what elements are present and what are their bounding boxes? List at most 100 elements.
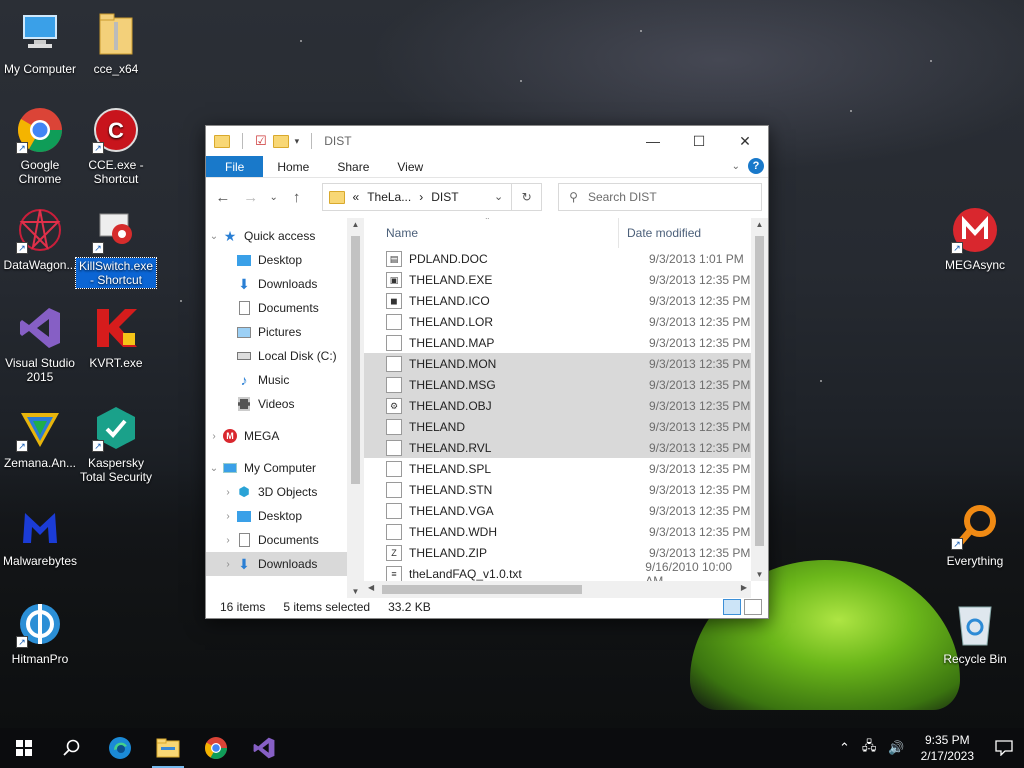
nav-item-local-disk[interactable]: Local Disk (C:) bbox=[206, 344, 364, 368]
file-row[interactable]: THELAND.MSG 9/3/2013 12:35 PM bbox=[364, 374, 751, 395]
nav-item-music[interactable]: ♪ Music bbox=[206, 368, 364, 392]
action-center-button[interactable] bbox=[984, 740, 1024, 756]
file-row[interactable]: THELAND.RVL 9/3/2013 12:35 PM bbox=[364, 437, 751, 458]
desktop-icon-google-chrome[interactable]: ↗ Google Chrome bbox=[0, 106, 80, 186]
nav-item-pictures[interactable]: Pictures 📌 bbox=[206, 320, 364, 344]
desktop-icon-datawagon[interactable]: ↗ DataWagon... bbox=[0, 206, 80, 272]
navigation-pane[interactable]: ⌄ ★ Quick access Desktop 📌 ⬇ Downloads 📌… bbox=[206, 218, 364, 598]
scroll-down-arrow-icon[interactable]: ▼ bbox=[347, 587, 364, 596]
breadcrumb-dist[interactable]: DIST bbox=[431, 190, 458, 204]
taskbar-edge[interactable] bbox=[96, 728, 144, 768]
file-row[interactable]: THELAND.STN 9/3/2013 12:35 PM bbox=[364, 479, 751, 500]
file-list-vertical-scrollbar[interactable]: ▲ ▼ bbox=[751, 218, 768, 581]
recent-locations-chevron-icon[interactable]: ⌄ bbox=[268, 192, 280, 203]
large-icons-view-icon[interactable] bbox=[744, 599, 762, 615]
forward-arrow-icon[interactable]: → bbox=[240, 189, 262, 206]
collapsed-chevron-icon[interactable]: › bbox=[220, 487, 236, 498]
desktop-icon-malwarebytes[interactable]: Malwarebytes bbox=[0, 502, 80, 568]
column-header-name[interactable]: Name bbox=[364, 218, 619, 248]
nav-item-3d-objects[interactable]: › ⬢ 3D Objects bbox=[206, 480, 364, 504]
desktop-icon-my-computer[interactable]: My Computer bbox=[0, 10, 80, 76]
tab-file[interactable]: File bbox=[206, 156, 264, 177]
taskbar-visual-studio[interactable] bbox=[240, 728, 288, 768]
nav-item-quick-access[interactable]: ⌄ ★ Quick access bbox=[206, 224, 364, 248]
maximize-button[interactable]: ☐ bbox=[676, 126, 722, 156]
collapsed-chevron-icon[interactable]: › bbox=[220, 559, 236, 570]
desktop-icon-killswitch[interactable]: ↗ KillSwitch.exe - Shortcut bbox=[75, 206, 157, 289]
nav-item-documents[interactable]: Documents 📌 bbox=[206, 296, 364, 320]
scrollbar-thumb[interactable] bbox=[755, 236, 764, 546]
file-row[interactable]: THELAND.MON 9/3/2013 12:35 PM bbox=[364, 353, 751, 374]
file-row[interactable]: ▤ PDLAND.DOC 9/3/2013 1:01 PM bbox=[364, 248, 751, 269]
nav-item-downloads[interactable]: ⬇ Downloads 📌 bbox=[206, 272, 364, 296]
collapsed-chevron-icon[interactable]: › bbox=[206, 431, 222, 442]
file-row[interactable]: THELAND.VGA 9/3/2013 12:35 PM bbox=[364, 500, 751, 521]
desktop-icon-visual-studio[interactable]: Visual Studio 2015 bbox=[0, 304, 80, 384]
scroll-right-arrow-icon[interactable]: ▶ bbox=[741, 583, 747, 592]
customize-toolbar-chevron-icon[interactable]: ▾ bbox=[295, 136, 300, 147]
file-row[interactable]: THELAND.SPL 9/3/2013 12:35 PM bbox=[364, 458, 751, 479]
desktop-icon-kaspersky[interactable]: ↗ Kaspersky Total Security bbox=[76, 404, 156, 484]
desktop-icon-kvrt[interactable]: KVRT.exe bbox=[76, 304, 156, 370]
clock[interactable]: 9:35 PM 2/17/2023 bbox=[921, 732, 974, 764]
breadcrumb-separator-icon[interactable]: › bbox=[419, 190, 423, 204]
nav-item-my-computer[interactable]: ⌄ My Computer bbox=[206, 456, 364, 480]
taskbar-chrome[interactable] bbox=[192, 728, 240, 768]
desktop-icon-recycle-bin[interactable]: Recycle Bin bbox=[935, 600, 1015, 666]
scroll-left-arrow-icon[interactable]: ◀ bbox=[368, 583, 374, 592]
properties-icon[interactable]: ☑ bbox=[255, 133, 267, 149]
expanded-chevron-icon[interactable]: ⌄ bbox=[206, 463, 222, 474]
back-arrow-icon[interactable]: ← bbox=[212, 189, 234, 206]
file-row[interactable]: THELAND.WDH 9/3/2013 12:35 PM bbox=[364, 521, 751, 542]
volume-icon[interactable]: 🔊 bbox=[888, 740, 904, 756]
desktop-icon-hitmanpro[interactable]: ↗ HitmanPro bbox=[0, 600, 80, 666]
desktop-icon-cce-x64[interactable]: cce_x64 bbox=[76, 10, 156, 76]
up-arrow-icon[interactable]: ↑ bbox=[286, 189, 308, 206]
tab-share[interactable]: Share bbox=[323, 156, 383, 177]
file-row[interactable]: THELAND 9/3/2013 12:35 PM bbox=[364, 416, 751, 437]
file-row[interactable]: THELAND.LOR 9/3/2013 12:35 PM bbox=[364, 311, 751, 332]
file-row[interactable]: ⚙ THELAND.OBJ 9/3/2013 12:35 PM bbox=[364, 395, 751, 416]
breadcrumb-theland[interactable]: TheLa... bbox=[367, 190, 411, 204]
desktop-icon-cce-shortcut[interactable]: C ↗ CCE.exe - Shortcut bbox=[76, 106, 156, 186]
details-view-icon[interactable] bbox=[723, 599, 741, 615]
show-hidden-icons-chevron-icon[interactable]: ⌃ bbox=[839, 740, 850, 756]
network-icon[interactable]: 🖧 bbox=[862, 737, 877, 759]
help-icon[interactable]: ? bbox=[748, 158, 764, 174]
refresh-icon[interactable]: ↻ bbox=[511, 184, 541, 210]
expand-ribbon-chevron-icon[interactable]: ⌄ bbox=[732, 161, 740, 172]
title-bar[interactable]: ☑ ▾ DIST — ☐ ✕ bbox=[206, 126, 768, 156]
file-row[interactable]: ◼ THELAND.ICO 9/3/2013 12:35 PM bbox=[364, 290, 751, 311]
desktop-icon-zemana[interactable]: ↗ Zemana.An... bbox=[0, 404, 80, 470]
nav-item-mega[interactable]: › M MEGA bbox=[206, 424, 364, 448]
nav-item-downloads-pc[interactable]: › ⬇ Downloads bbox=[206, 552, 364, 576]
scroll-up-arrow-icon[interactable]: ▲ bbox=[751, 220, 768, 229]
file-row[interactable]: ▣ THELAND.EXE 9/3/2013 12:35 PM bbox=[364, 269, 751, 290]
nav-item-documents-pc[interactable]: › Documents bbox=[206, 528, 364, 552]
nav-item-videos[interactable]: Videos bbox=[206, 392, 364, 416]
column-header-date-modified[interactable]: Date modified bbox=[619, 226, 701, 240]
search-button[interactable] bbox=[48, 728, 96, 768]
start-button[interactable] bbox=[0, 728, 48, 768]
collapsed-chevron-icon[interactable]: › bbox=[220, 511, 236, 522]
nav-pane-scrollbar[interactable]: ▲ ▼ bbox=[347, 218, 364, 598]
file-explorer-window[interactable]: ☑ ▾ DIST — ☐ ✕ File Home Share View ⌄ ? … bbox=[205, 125, 769, 619]
nav-item-desktop[interactable]: Desktop 📌 bbox=[206, 248, 364, 272]
desktop-icon-everything[interactable]: ↗ Everything bbox=[935, 502, 1015, 568]
new-folder-icon[interactable] bbox=[272, 134, 289, 148]
address-bar[interactable]: « TheLa... › DIST ⌄ ↻ bbox=[321, 183, 543, 211]
search-box[interactable]: ⚲ Search DIST bbox=[558, 183, 762, 211]
tab-home[interactable]: Home bbox=[263, 156, 323, 177]
file-list-pane[interactable]: ⌃ Name Date modified ▤ PDLAND.DOC 9/3/2013… bbox=[364, 218, 768, 598]
close-button[interactable]: ✕ bbox=[722, 126, 768, 156]
tab-view[interactable]: View bbox=[383, 156, 437, 177]
scroll-down-arrow-icon[interactable]: ▼ bbox=[751, 570, 768, 579]
collapsed-chevron-icon[interactable]: › bbox=[220, 535, 236, 546]
scroll-up-arrow-icon[interactable]: ▲ bbox=[347, 220, 364, 229]
minimize-button[interactable]: — bbox=[630, 126, 676, 156]
taskbar-file-explorer[interactable] bbox=[144, 728, 192, 768]
address-overflow[interactable]: « bbox=[353, 190, 360, 204]
expanded-chevron-icon[interactable]: ⌄ bbox=[206, 231, 222, 242]
scrollbar-thumb[interactable] bbox=[382, 585, 582, 594]
scrollbar-thumb[interactable] bbox=[351, 236, 360, 484]
